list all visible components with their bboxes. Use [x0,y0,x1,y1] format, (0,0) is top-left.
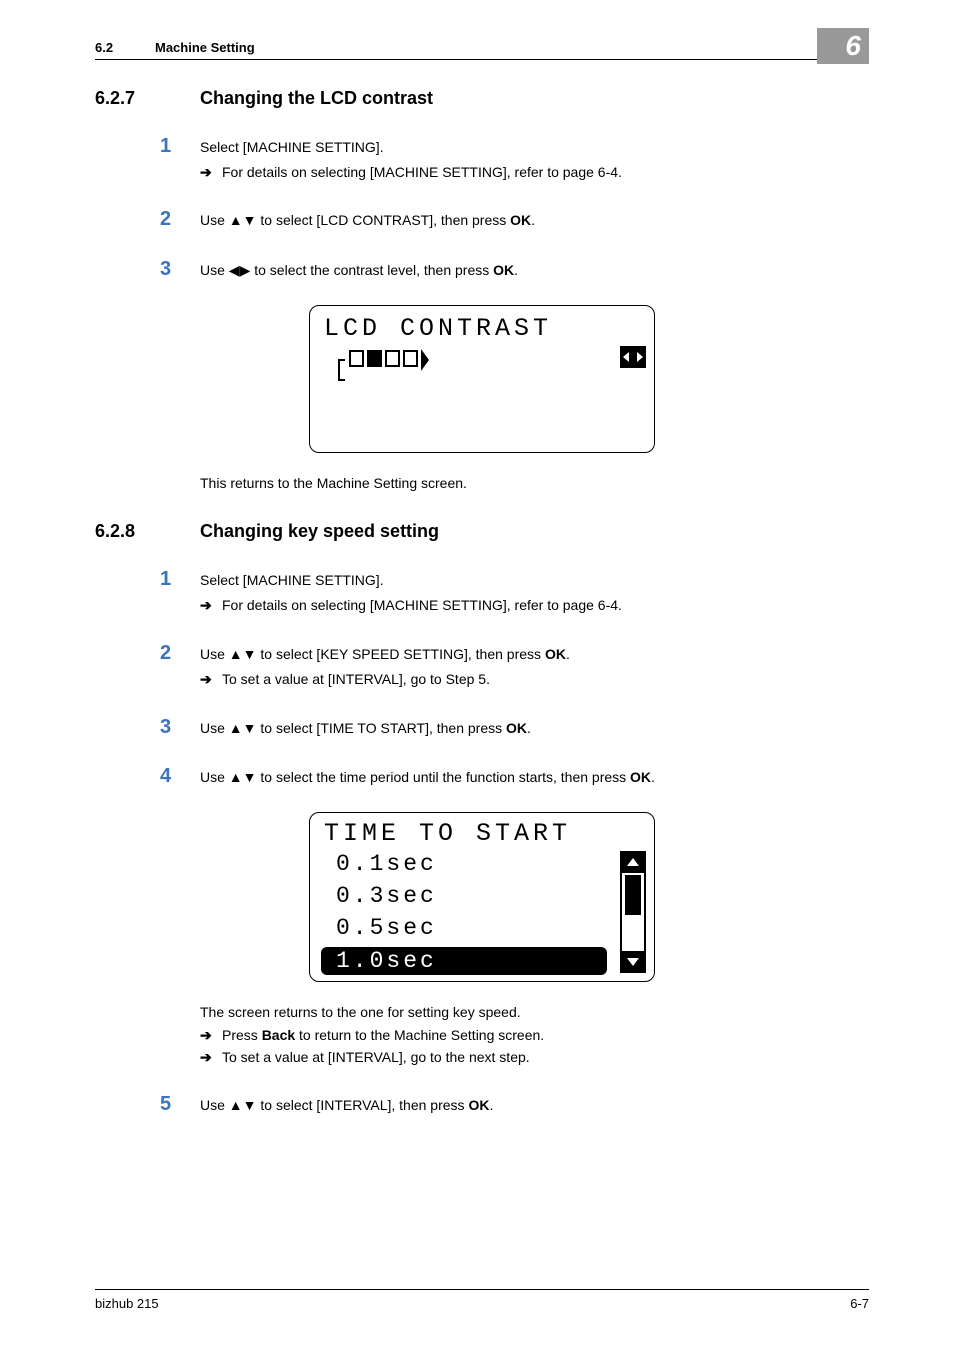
up-down-triangle-icon: ▲▼ [229,644,257,664]
step-2-row: 2 Use ▲▼ to select [KEY SPEED SETTING], … [95,642,869,665]
step-text: Use ▲▼ to select [INTERVAL], then press … [200,1095,869,1116]
scrollbar-track [620,873,646,951]
step-number: 1 [160,568,200,591]
sub-text: For details on selecting [MACHINE SETTIN… [222,162,622,182]
right-arrow-icon: ➔ [200,1047,222,1067]
step-number: 1 [160,135,200,158]
sub-text: To set a value at [INTERVAL], go to the … [222,1047,530,1067]
left-arrow-icon [623,352,629,362]
page-footer: bizhub 215 6-7 [95,1289,869,1311]
step-1-row: 1 Select [MACHINE SETTING]. [95,135,869,158]
step-5-row: 5 Use ▲▼ to select [INTERVAL], then pres… [95,1093,869,1116]
lcd-option-selected: 1.0sec [321,947,607,975]
step-2-sub: ➔ To set a value at [INTERVAL], go to St… [200,669,869,689]
step-text: Use ▲▼ to select [KEY SPEED SETTING], th… [200,644,869,665]
step-3-row: 3 Use ◀▶ to select the contrast level, t… [95,258,869,281]
footer-page-number: 6-7 [850,1296,869,1311]
sub-text: Press Back to return to the Machine Sett… [222,1025,544,1045]
up-down-triangle-icon: ▲▼ [229,1095,257,1115]
contrast-level-bar [338,350,429,367]
step-4-row: 4 Use ▲▼ to select the time period until… [95,765,869,788]
step-number: 2 [160,208,200,231]
after-sub-2: ➔ To set a value at [INTERVAL], go to th… [200,1047,869,1067]
step-number: 2 [160,642,200,665]
page-header: 6.2 Machine Setting [95,40,869,60]
scrollbar-down-icon [620,951,646,973]
step-1-sub: ➔ For details on selecting [MACHINE SETT… [200,162,869,182]
lcd-scrollbar [620,851,646,973]
up-down-triangle-icon: ▲▼ [229,767,257,787]
section-after-text: This returns to the Machine Setting scre… [200,473,869,493]
lcd-contrast-display: LCD CONTRAST [309,305,655,453]
contrast-segment [385,350,400,367]
step-number: 3 [160,258,200,281]
contrast-segment [349,350,364,367]
right-arrow-icon: ➔ [200,1025,222,1045]
contrast-segment [403,350,418,367]
scrollbar-thumb [625,875,641,915]
step-2-row: 2 Use ▲▼ to select [LCD CONTRAST], then … [95,208,869,231]
section-after-text: The screen returns to the one for settin… [200,1002,869,1022]
footer-model: bizhub 215 [95,1296,159,1311]
scrollbar-up-icon [620,851,646,873]
step-text: Use ▲▼ to select the time period until t… [200,767,869,788]
step-text: Use ◀▶ to select the contrast level, the… [200,260,869,281]
section-6-2-7-heading: 6.2.7 Changing the LCD contrast [95,88,869,109]
sub-text: For details on selecting [MACHINE SETTIN… [222,595,622,615]
right-arrow-icon: ➔ [200,595,222,615]
section-number: 6.2.7 [95,88,200,109]
step-text: Use ▲▼ to select [LCD CONTRAST], then pr… [200,210,869,231]
lcd-title: LCD CONTRAST [324,314,552,343]
lcd-option: 0.5sec [336,915,437,941]
after-sub-1: ➔ Press Back to return to the Machine Se… [200,1025,869,1045]
step-text: Select [MACHINE SETTING]. [200,137,869,157]
header-section-title: Machine Setting [155,40,255,55]
header-section-num: 6.2 [95,40,155,55]
sub-text: To set a value at [INTERVAL], go to Step… [222,669,490,689]
right-arrow-icon: ➔ [200,669,222,689]
step-number: 4 [160,765,200,788]
contrast-segment-filled [367,350,382,367]
right-arrow-icon [637,352,643,362]
chapter-number: 6 [845,30,861,62]
step-text: Select [MACHINE SETTING]. [200,570,869,590]
step-1-sub: ➔ For details on selecting [MACHINE SETT… [200,595,869,615]
right-arrow-icon: ➔ [200,162,222,182]
section-title: Changing the LCD contrast [200,88,433,109]
left-right-nav-icon [620,346,646,368]
left-right-triangle-icon: ◀▶ [229,260,251,280]
chapter-badge: 6 [817,28,869,64]
step-number: 3 [160,716,200,739]
step-1-row: 1 Select [MACHINE SETTING]. [95,568,869,591]
up-down-triangle-icon: ▲▼ [229,210,257,230]
lcd-option: 0.1sec [336,851,437,877]
up-down-triangle-icon: ▲▼ [229,718,257,738]
lcd-option: 0.3sec [336,883,437,909]
lcd-title: TIME TO START [324,819,571,848]
step-text: Use ▲▼ to select [TIME TO START], then p… [200,718,869,739]
section-6-2-8-heading: 6.2.8 Changing key speed setting [95,521,869,542]
step-number: 5 [160,1093,200,1116]
step-3-row: 3 Use ▲▼ to select [TIME TO START], then… [95,716,869,739]
section-number: 6.2.8 [95,521,200,542]
lcd-time-to-start-display: TIME TO START 0.1sec 0.3sec 0.5sec 1.0se… [309,812,655,982]
section-title: Changing key speed setting [200,521,439,542]
